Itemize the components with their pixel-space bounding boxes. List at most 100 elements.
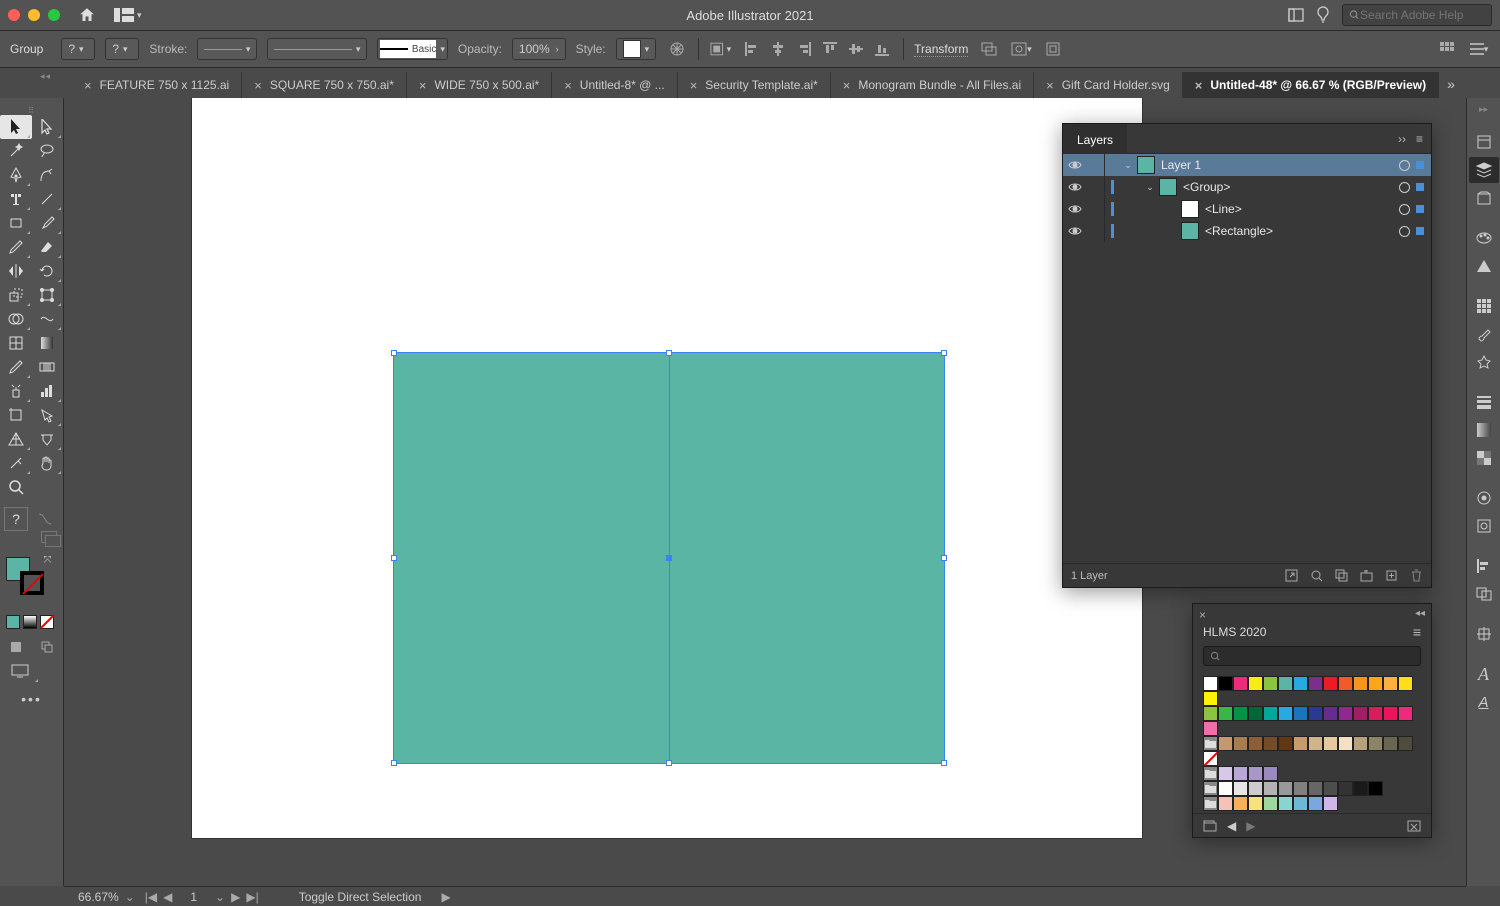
layer-row[interactable]: ⌄Layer 1 bbox=[1063, 154, 1431, 176]
swatch-item[interactable] bbox=[1293, 796, 1308, 811]
delete-layer-button[interactable] bbox=[1410, 569, 1423, 582]
swatch-item[interactable] bbox=[1398, 676, 1413, 691]
swatch-libraries-button[interactable] bbox=[1203, 820, 1217, 832]
swatch-prev-button[interactable]: ◀ bbox=[1227, 819, 1236, 833]
swatch-item[interactable] bbox=[1218, 766, 1233, 781]
gradient-dock-button[interactable] bbox=[1469, 417, 1499, 443]
swatch-item[interactable] bbox=[1353, 676, 1368, 691]
swatch-item[interactable] bbox=[1278, 706, 1293, 721]
layer-row[interactable]: ⌄ <Group> bbox=[1063, 176, 1431, 198]
lock-toggle[interactable] bbox=[1087, 198, 1105, 220]
character-dock-button[interactable]: A bbox=[1469, 661, 1499, 687]
zoom-dropdown[interactable]: ⌄ bbox=[125, 890, 135, 904]
curvature-tool[interactable] bbox=[32, 163, 64, 187]
list-snap-button[interactable]: ▾ bbox=[1468, 38, 1490, 60]
swap-fill-stroke-icon[interactable]: ⤧ bbox=[44, 555, 52, 566]
properties-panel-button[interactable] bbox=[1469, 129, 1499, 155]
swatch-item[interactable] bbox=[1323, 781, 1338, 796]
lock-toggle[interactable] bbox=[1087, 220, 1105, 242]
glyphs-dock-button[interactable]: A bbox=[1469, 689, 1499, 715]
transform-dock-button[interactable] bbox=[1469, 621, 1499, 647]
lasso-tool[interactable] bbox=[32, 139, 64, 163]
workspace-switcher[interactable]: ▾ bbox=[114, 8, 142, 22]
stroke-dock-button[interactable] bbox=[1469, 389, 1499, 415]
swatch-item[interactable] bbox=[1323, 676, 1338, 691]
perspective-tool[interactable] bbox=[0, 427, 32, 451]
gradient-mode-button[interactable] bbox=[23, 615, 37, 629]
swatch-item[interactable] bbox=[1233, 736, 1248, 751]
none-mode-button[interactable] bbox=[40, 615, 54, 629]
blend-tool[interactable] bbox=[32, 355, 64, 379]
close-tab-button[interactable]: × bbox=[564, 78, 572, 93]
swatch-item[interactable] bbox=[1218, 796, 1233, 811]
align-to-button[interactable]: ▾ bbox=[709, 38, 731, 60]
selection-indicator[interactable] bbox=[1413, 183, 1427, 191]
paintbrush-tool[interactable] bbox=[32, 211, 64, 235]
swatch-folder[interactable] bbox=[1203, 796, 1218, 811]
swatch-item[interactable] bbox=[1383, 676, 1398, 691]
more-tabs-button[interactable]: » bbox=[1439, 70, 1463, 98]
close-tab-button[interactable]: × bbox=[843, 78, 851, 93]
new-sublayer-button[interactable] bbox=[1360, 569, 1373, 582]
isolate-button[interactable] bbox=[978, 38, 1000, 60]
scale-tool[interactable] bbox=[0, 283, 32, 307]
expand-toggle[interactable]: ⌄ bbox=[1141, 182, 1159, 193]
draw-normal-button[interactable] bbox=[0, 635, 32, 659]
eraser-tool[interactable] bbox=[32, 235, 64, 259]
target-button[interactable] bbox=[1395, 182, 1413, 193]
brushes-dock-button[interactable] bbox=[1469, 321, 1499, 347]
layer-name-label[interactable]: <Line> bbox=[1205, 202, 1395, 216]
swatches-dock-button[interactable] bbox=[1469, 293, 1499, 319]
swatch-search[interactable] bbox=[1203, 646, 1421, 666]
color-panel-button[interactable] bbox=[1469, 225, 1499, 251]
panel-collapse-icon[interactable]: ◂◂ bbox=[1415, 608, 1425, 619]
document-tab[interactable]: ×SQUARE 750 x 750.ai* bbox=[242, 72, 407, 98]
swatch-item[interactable] bbox=[1263, 706, 1278, 721]
swatch-item[interactable] bbox=[1233, 796, 1248, 811]
align-pixel-button[interactable] bbox=[1042, 38, 1064, 60]
swatch-item[interactable] bbox=[1308, 796, 1323, 811]
target-button[interactable] bbox=[1395, 160, 1413, 171]
swatch-item[interactable] bbox=[1203, 706, 1218, 721]
symbol-sprayer-tool[interactable] bbox=[0, 379, 32, 403]
align-dock-button[interactable] bbox=[1469, 553, 1499, 579]
draw-behind-button[interactable] bbox=[32, 635, 64, 659]
swatch-item[interactable] bbox=[1293, 676, 1308, 691]
swatch-item[interactable] bbox=[1203, 751, 1218, 766]
target-button[interactable] bbox=[1395, 226, 1413, 237]
artboard-dropdown[interactable]: ⌄ bbox=[215, 890, 225, 904]
swatch-item[interactable] bbox=[1278, 796, 1293, 811]
swatch-item[interactable] bbox=[1338, 676, 1353, 691]
document-tab[interactable]: ×Gift Card Holder.svg bbox=[1034, 72, 1183, 98]
lock-toggle[interactable] bbox=[1087, 154, 1105, 176]
swatch-item[interactable] bbox=[1263, 676, 1278, 691]
swatch-item[interactable] bbox=[1203, 721, 1218, 736]
layers-panel-button[interactable] bbox=[1469, 157, 1499, 183]
rectangle-tool[interactable] bbox=[0, 211, 32, 235]
align-left-button[interactable] bbox=[741, 38, 763, 60]
document-tab[interactable]: ×FEATURE 750 x 1125.ai bbox=[72, 72, 242, 98]
color-guide-button[interactable] bbox=[1469, 253, 1499, 279]
color-mode-button[interactable] bbox=[6, 615, 20, 629]
minimize-window-button[interactable] bbox=[28, 9, 40, 21]
swatch-next-button[interactable]: ▶ bbox=[1246, 819, 1255, 833]
layer-name-label[interactable]: <Group> bbox=[1183, 180, 1395, 194]
swatch-item[interactable] bbox=[1233, 706, 1248, 721]
toolbar-flyout[interactable] bbox=[28, 507, 60, 531]
swatch-item[interactable] bbox=[1248, 766, 1263, 781]
export-layer-button[interactable] bbox=[1285, 569, 1298, 582]
swatch-item[interactable] bbox=[1398, 706, 1413, 721]
rotate-tool[interactable] bbox=[32, 259, 64, 283]
layer-name-label[interactable]: <Rectangle> bbox=[1205, 224, 1395, 238]
selection-indicator[interactable] bbox=[1413, 161, 1427, 169]
target-button[interactable] bbox=[1395, 204, 1413, 215]
swatch-item[interactable] bbox=[1293, 781, 1308, 796]
tab-grip-icon[interactable]: ◂◂ bbox=[40, 71, 51, 82]
close-tab-button[interactable]: × bbox=[84, 78, 92, 93]
swatch-item[interactable] bbox=[1368, 676, 1383, 691]
swatch-item[interactable] bbox=[1308, 676, 1323, 691]
layer-row[interactable]: <Rectangle> bbox=[1063, 220, 1431, 242]
swatch-item[interactable] bbox=[1293, 706, 1308, 721]
swatch-add-button[interactable] bbox=[1407, 820, 1421, 832]
document-tab[interactable]: ×Security Template.ai* bbox=[678, 72, 831, 98]
